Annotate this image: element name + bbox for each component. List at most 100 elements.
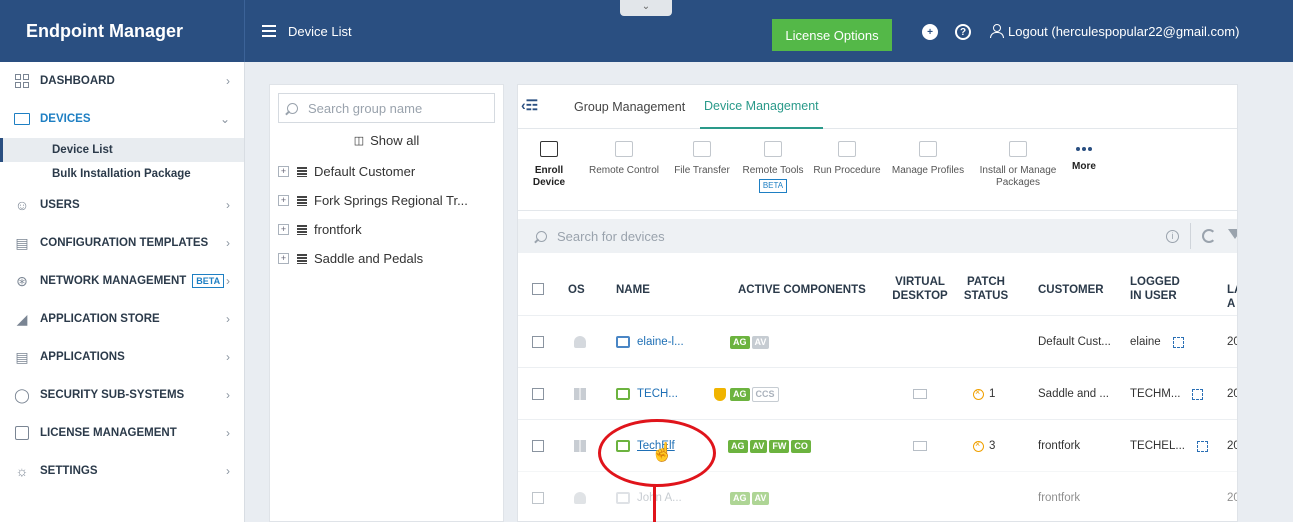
remote-tools-icon bbox=[764, 141, 782, 157]
hand-cursor-icon: ☝ bbox=[651, 442, 674, 462]
expand-icon[interactable]: + bbox=[278, 166, 289, 177]
column-os[interactable]: OS bbox=[568, 283, 585, 297]
sidebar-item-settings[interactable]: ☼ SETTINGS › bbox=[0, 452, 244, 490]
more-button[interactable]: More bbox=[1064, 141, 1104, 173]
highlight-pointer-line bbox=[653, 486, 656, 522]
beta-badge: BETA bbox=[192, 274, 225, 288]
patch-count[interactable]: 1 bbox=[989, 388, 995, 400]
hamburger-menu-icon[interactable] bbox=[262, 22, 276, 40]
tree-item-label: Fork Springs Regional Tr... bbox=[314, 193, 468, 208]
search-icon bbox=[536, 230, 547, 242]
tree-item-fork-springs[interactable]: + Fork Springs Regional Tr... bbox=[270, 186, 503, 215]
run-procedure-button[interactable]: Run Procedure bbox=[810, 141, 884, 177]
patch-warning-icon bbox=[973, 387, 984, 400]
group-icon bbox=[297, 253, 307, 264]
patch-count[interactable]: 3 bbox=[989, 440, 995, 452]
expand-icon[interactable]: + bbox=[278, 224, 289, 235]
group-panel: Search group name ◫ Show all + Default C… bbox=[269, 84, 504, 522]
column-logged-in-user[interactable]: LOGGED IN USER bbox=[1130, 275, 1194, 303]
virtual-desktop-icon[interactable] bbox=[913, 389, 927, 399]
sidebar-item-users[interactable]: ☺ USERS › bbox=[0, 186, 244, 224]
user-sessions-icon[interactable] bbox=[1172, 336, 1184, 348]
column-virtual-desktop[interactable]: VIRTUAL DESKTOP bbox=[890, 275, 950, 303]
info-icon[interactable]: i bbox=[1166, 230, 1179, 243]
tree-item-default-customer[interactable]: + Default Customer bbox=[270, 157, 503, 186]
remote-control-button[interactable]: Remote Control bbox=[580, 141, 668, 177]
row-checkbox[interactable] bbox=[532, 440, 544, 452]
sidebar-item-label: USERS bbox=[40, 199, 80, 211]
license-options-button[interactable]: License Options bbox=[772, 19, 892, 51]
enroll-device-button[interactable]: Enroll Device bbox=[518, 141, 580, 189]
row-checkbox[interactable] bbox=[532, 388, 544, 400]
add-device-icon[interactable]: + bbox=[922, 24, 938, 40]
sidebar-item-network-management[interactable]: ⊛ NETWORK MANAGEMENT BETA › bbox=[0, 262, 244, 300]
tool-label: File Transfer bbox=[674, 165, 730, 176]
help-icon[interactable]: ? bbox=[955, 24, 971, 40]
tree-item-frontfork[interactable]: + frontfork bbox=[270, 215, 503, 244]
sidebar-item-configuration-templates[interactable]: ▤ CONFIGURATION TEMPLATES › bbox=[0, 224, 244, 262]
collapse-header-tab[interactable]: ⌄ bbox=[620, 0, 672, 16]
device-name-link[interactable]: John A... bbox=[637, 492, 682, 504]
sidebar-item-label: CONFIGURATION TEMPLATES bbox=[40, 237, 209, 249]
column-patch-status[interactable]: PATCH STATUS bbox=[958, 275, 1014, 303]
sidebar-item-label: APPLICATIONS bbox=[40, 351, 125, 363]
component-badge: AG bbox=[730, 387, 750, 401]
row-checkbox[interactable] bbox=[532, 336, 544, 348]
tree-item-saddle-and-pedals[interactable]: + Saddle and Pedals bbox=[270, 244, 503, 273]
column-active-components[interactable]: ACTIVE COMPONENTS bbox=[738, 283, 866, 297]
tab-device-management[interactable]: Device Management bbox=[700, 85, 823, 129]
sidebar-item-dashboard[interactable]: DASHBOARD › bbox=[0, 62, 244, 100]
virtual-desktop-icon[interactable] bbox=[913, 441, 927, 451]
user-sessions-icon[interactable] bbox=[1192, 388, 1204, 400]
refresh-icon[interactable] bbox=[1202, 229, 1216, 243]
tree-toggle-icon[interactable]: ‹☶ bbox=[521, 97, 538, 114]
sidebar-item-label: APPLICATION STORE bbox=[40, 313, 160, 325]
sidebar: DASHBOARD › DEVICES ⌄ Device List Bulk I… bbox=[0, 62, 245, 522]
filter-icon[interactable] bbox=[1228, 229, 1237, 239]
sidebar-item-devices[interactable]: DEVICES ⌄ bbox=[0, 100, 244, 138]
tool-label: Install or Manage Packages bbox=[979, 165, 1057, 188]
chevron-down-icon: ⌄ bbox=[219, 112, 230, 126]
device-name-link[interactable]: TECH... bbox=[637, 388, 678, 400]
component-badge: AG bbox=[730, 491, 750, 505]
customer-cell: Saddle and ... bbox=[1038, 388, 1109, 400]
column-last-activity[interactable]: LAST A bbox=[1227, 283, 1237, 311]
group-icon bbox=[297, 195, 307, 206]
manage-profiles-button[interactable]: Manage Profiles bbox=[884, 141, 972, 177]
sidebar-item-applications[interactable]: ▤ APPLICATIONS › bbox=[0, 338, 244, 376]
user-sessions-icon[interactable] bbox=[1196, 440, 1208, 452]
tool-label: Remote Control bbox=[588, 165, 660, 176]
tool-label: Remote Tools bbox=[742, 165, 804, 176]
device-name-link[interactable]: elaine-l... bbox=[637, 336, 684, 348]
packages-icon bbox=[1009, 141, 1027, 157]
logged-in-user-cell: elaine bbox=[1130, 336, 1161, 348]
chevron-right-icon: › bbox=[226, 388, 230, 402]
group-search-input[interactable]: Search group name bbox=[278, 93, 495, 123]
row-checkbox[interactable] bbox=[532, 492, 544, 504]
device-search-input[interactable]: Search for devices i bbox=[518, 219, 1237, 253]
sidebar-subitem-device-list[interactable]: Device List bbox=[0, 138, 244, 162]
tab-group-management[interactable]: Group Management bbox=[574, 85, 685, 129]
sidebar-item-license-management[interactable]: LICENSE MANAGEMENT › bbox=[0, 414, 244, 452]
select-all-checkbox[interactable] bbox=[532, 283, 544, 295]
more-dots-icon bbox=[1076, 147, 1092, 151]
table-row[interactable]: TECH... AG CCS 1 Saddle and ... TECHM...… bbox=[518, 367, 1237, 419]
group-icon bbox=[297, 224, 307, 235]
install-manage-packages-button[interactable]: Install or Manage Packages bbox=[972, 141, 1064, 189]
logout-label: Logout (herculespopular22@gmail.com) bbox=[1008, 23, 1240, 39]
column-customer[interactable]: CUSTOMER bbox=[1038, 283, 1104, 297]
sidebar-item-security-sub-systems[interactable]: ◯ SECURITY SUB-SYSTEMS › bbox=[0, 376, 244, 414]
sidebar-item-application-store[interactable]: ◢ APPLICATION STORE › bbox=[0, 300, 244, 338]
expand-icon[interactable]: + bbox=[278, 253, 289, 264]
grid-icon bbox=[14, 73, 30, 89]
logout-link[interactable]: Logout (herculespopular22@gmail.com) bbox=[990, 0, 1239, 62]
column-name[interactable]: NAME bbox=[616, 283, 650, 297]
show-all-link[interactable]: ◫ Show all bbox=[270, 123, 503, 157]
sidebar-subitem-bulk-installation[interactable]: Bulk Installation Package bbox=[0, 162, 244, 186]
table-row[interactable]: elaine-l... AG AV Default Cust... elaine… bbox=[518, 315, 1237, 367]
chevron-right-icon: › bbox=[226, 236, 230, 250]
chevron-right-icon: › bbox=[226, 74, 230, 88]
remote-tools-button[interactable]: Remote Tools BETA bbox=[736, 141, 810, 193]
file-transfer-button[interactable]: File Transfer bbox=[668, 141, 736, 177]
expand-icon[interactable]: + bbox=[278, 195, 289, 206]
